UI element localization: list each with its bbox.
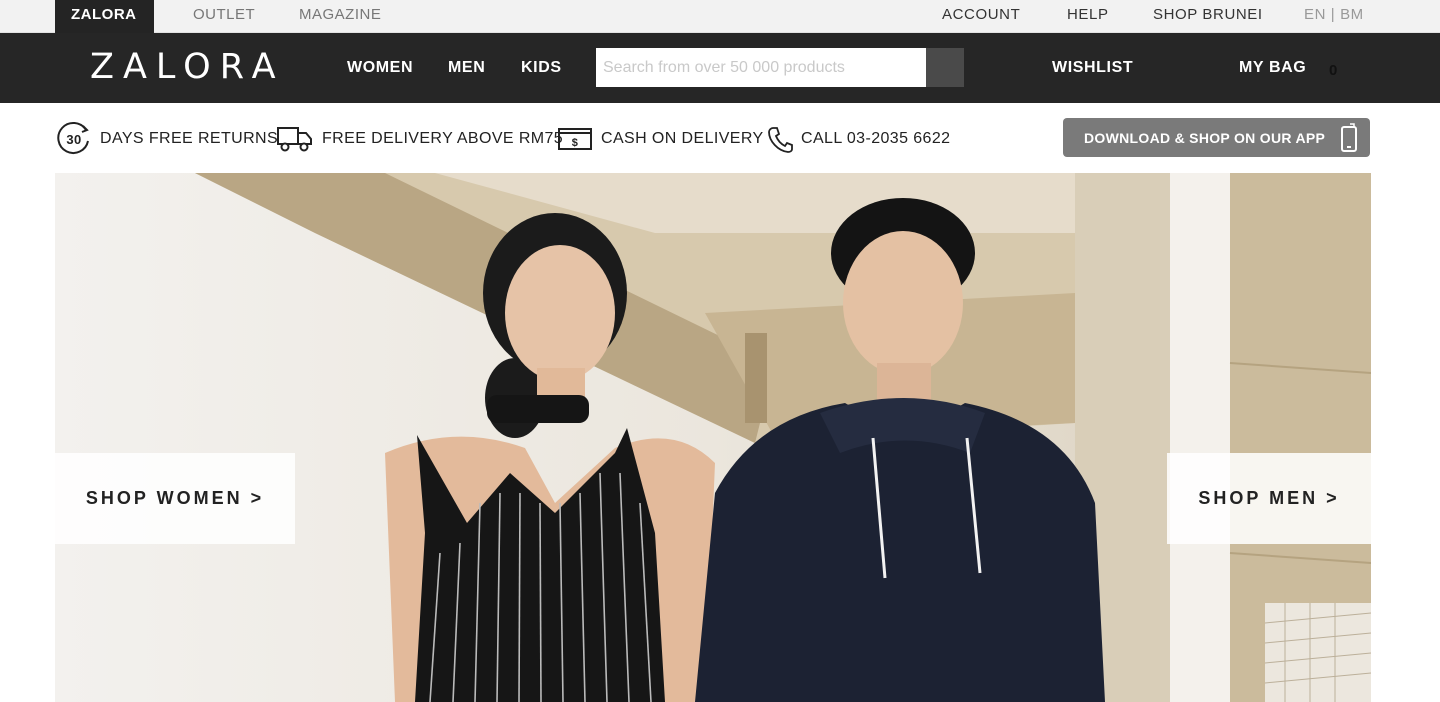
tab-magazine[interactable]: MAGAZINE [299,0,381,33]
search-button[interactable] [926,48,964,87]
bag-count-badge: 0 [1329,62,1338,79]
download-app-label: DOWNLOAD & SHOP ON OUR APP [1084,129,1326,146]
wishlist-link[interactable]: WISHLIST [1052,58,1133,78]
mobile-phone-icon [1340,123,1358,156]
truck-icon [276,124,314,154]
phone-call-icon [767,125,793,153]
shop-women-button[interactable]: SHOP WOMEN > [55,453,295,544]
usp-call: CALL 03-2035 6622 [767,118,950,160]
hero-banner[interactable]: SHOP WOMEN > SHOP MEN > [55,173,1371,702]
zalora-logo[interactable]: ZALORA [90,47,285,87]
help-link[interactable]: HELP [1067,0,1109,33]
download-app-button[interactable]: DOWNLOAD & SHOP ON OUR APP [1063,118,1370,157]
main-navbar: ZALORA WOMEN MEN KIDS WISHLIST MY BAG 0 [0,33,1440,103]
shop-men-button[interactable]: SHOP MEN > [1167,453,1371,544]
tab-outlet[interactable]: OUTLET [193,0,255,33]
returns-days-number: 30 [66,132,81,147]
search-input[interactable] [596,48,926,87]
nav-women[interactable]: WOMEN [347,58,413,78]
svg-text:$: $ [572,137,579,149]
usp-free-returns: 30 DAYS FREE RETURNS [56,118,278,160]
account-link[interactable]: ACCOUNT [942,0,1020,33]
returns-30-icon: 30 [56,121,92,157]
tab-zalora[interactable]: ZALORA [55,0,154,33]
usp-call-label[interactable]: CALL 03-2035 6622 [801,130,950,148]
usp-cod-label: CASH ON DELIVERY [601,130,764,147]
top-utility-bar: ZALORA OUTLET MAGAZINE ACCOUNT HELP SHOP… [0,0,1440,33]
usp-cash-on-delivery: $ CASH ON DELIVERY [557,118,764,160]
shop-brunei-link[interactable]: SHOP BRUNEI [1153,0,1263,33]
usp-returns-label: DAYS FREE RETURNS [100,130,279,147]
cash-icon: $ [557,125,593,153]
my-bag-link[interactable]: MY BAG [1239,58,1306,78]
nav-kids[interactable]: KIDS [521,58,562,78]
language-switch[interactable]: EN | BM [1304,0,1364,33]
usp-free-delivery: FREE DELIVERY ABOVE RM75 [276,118,563,160]
usp-delivery-label: FREE DELIVERY ABOVE RM75 [322,130,564,147]
hero-image [55,173,1371,702]
nav-men[interactable]: MEN [448,58,485,78]
